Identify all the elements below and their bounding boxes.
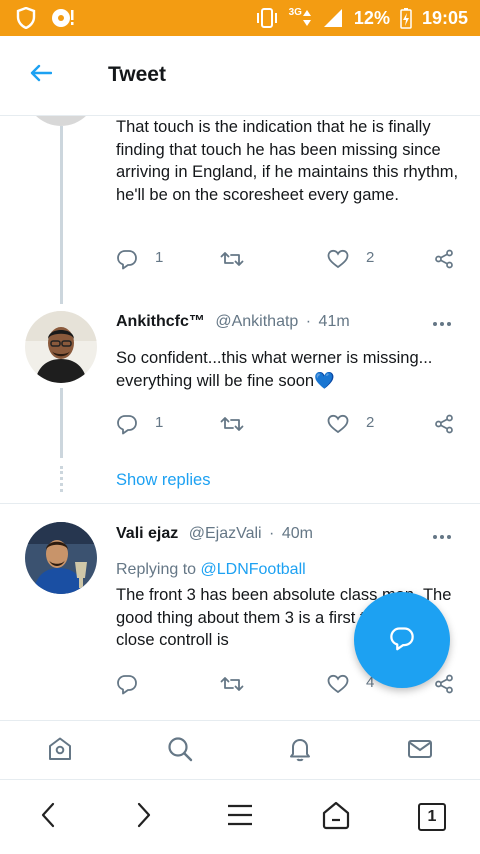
more-options-button[interactable] <box>433 319 455 329</box>
nav-forward-button[interactable] <box>126 799 162 835</box>
browser-nav-bar: 1 <box>0 781 480 854</box>
tweet-meta: Vali ejaz @EjazVali · 40m <box>116 525 313 543</box>
nav-menu-button[interactable] <box>222 799 258 835</box>
heart-icon <box>327 249 349 274</box>
retweet-button[interactable] <box>220 249 244 274</box>
reply-button[interactable] <box>116 673 138 700</box>
tweet-text: That touch is the indication that he is … <box>116 118 459 204</box>
vibrate-icon <box>255 7 279 29</box>
shield-icon <box>16 7 36 29</box>
display-name[interactable]: Vali ejaz <box>116 525 178 542</box>
avatar[interactable] <box>25 522 97 594</box>
like-count: 2 <box>366 249 375 266</box>
battery-charging-icon <box>400 7 412 29</box>
home-icon <box>46 735 74 768</box>
mail-icon <box>406 735 434 768</box>
thread-line <box>60 388 63 458</box>
nav-back-button[interactable] <box>30 799 66 835</box>
replying-to-handle[interactable]: @LDNFootball <box>201 561 306 578</box>
app-header: Tweet <box>0 36 480 116</box>
tab-count: 1 <box>418 803 446 831</box>
share-button[interactable] <box>434 249 454 274</box>
reply-icon <box>116 673 138 700</box>
show-replies-link[interactable]: Show replies <box>116 471 210 490</box>
chevron-left-icon <box>38 801 58 834</box>
like-button[interactable] <box>327 249 349 274</box>
tweet-text: So confident...this what werner is missi… <box>116 349 433 390</box>
back-arrow-icon <box>30 64 53 87</box>
share-icon <box>434 674 454 699</box>
reply-count: 1 <box>155 414 164 431</box>
clock: 19:05 <box>421 7 468 28</box>
like-button[interactable] <box>327 674 349 699</box>
tab-search[interactable] <box>164 735 196 767</box>
retweet-button[interactable] <box>220 414 244 439</box>
timestamp[interactable]: 40m <box>282 525 313 542</box>
hamburger-menu-icon <box>227 803 253 832</box>
status-bar: 3G 12% 19:05 <box>0 0 480 36</box>
heart-icon <box>327 414 349 439</box>
reply-count: 1 <box>155 249 164 266</box>
nav-tabs-button[interactable]: 1 <box>414 799 450 835</box>
retweet-button[interactable] <box>220 674 244 699</box>
more-options-button[interactable] <box>433 532 455 542</box>
reply-icon <box>116 413 138 440</box>
thread-line <box>60 126 63 304</box>
page-title: Tweet <box>108 63 166 86</box>
replying-to: Replying to @LDNFootball <box>116 561 306 579</box>
tab-notifications[interactable] <box>284 735 316 767</box>
network-type-label: 3G <box>288 7 302 18</box>
reply-button[interactable] <box>116 413 138 440</box>
divider <box>0 503 480 504</box>
tab-messages[interactable] <box>404 735 436 767</box>
retweet-icon <box>220 414 244 439</box>
share-button[interactable] <box>434 674 454 699</box>
heart-icon <box>327 674 349 699</box>
meta-separator: · <box>269 525 275 542</box>
network-type-icon: 3G <box>289 8 312 28</box>
share-button[interactable] <box>434 414 454 439</box>
app-tab-bar <box>0 720 480 780</box>
retweet-icon <box>220 249 244 274</box>
share-icon <box>434 249 454 274</box>
retweet-icon <box>220 674 244 699</box>
tweet-meta: Ankithcfc™ @Ankithatp · 41m <box>116 313 350 331</box>
signal-icon <box>322 8 344 28</box>
handle[interactable]: @EjazVali <box>189 525 262 542</box>
back-button[interactable] <box>22 58 60 92</box>
handle[interactable]: @Ankithatp <box>215 313 298 330</box>
thread-continuation-dots <box>60 466 63 492</box>
display-name[interactable]: Ankithcfc™ <box>116 313 205 330</box>
chevron-right-icon <box>134 801 154 834</box>
avatar[interactable] <box>25 311 97 383</box>
meta-separator: · <box>305 313 312 330</box>
compose-reply-button[interactable] <box>354 592 450 688</box>
reply-button[interactable] <box>116 248 138 275</box>
reply-icon <box>116 248 138 275</box>
timestamp[interactable]: 41m <box>319 313 350 330</box>
like-count: 2 <box>366 414 375 431</box>
avatar[interactable] <box>25 116 97 126</box>
search-icon <box>166 735 194 768</box>
like-button[interactable] <box>327 414 349 439</box>
bell-icon <box>286 735 314 768</box>
browser-home-icon <box>321 800 351 835</box>
compose-reply-icon <box>389 625 415 656</box>
media-notification-icon <box>50 7 76 29</box>
share-icon <box>434 414 454 439</box>
battery-percent: 12% <box>353 7 390 28</box>
replying-prefix: Replying to <box>116 561 197 578</box>
tab-home[interactable] <box>44 735 76 767</box>
nav-home-button[interactable] <box>318 799 354 835</box>
